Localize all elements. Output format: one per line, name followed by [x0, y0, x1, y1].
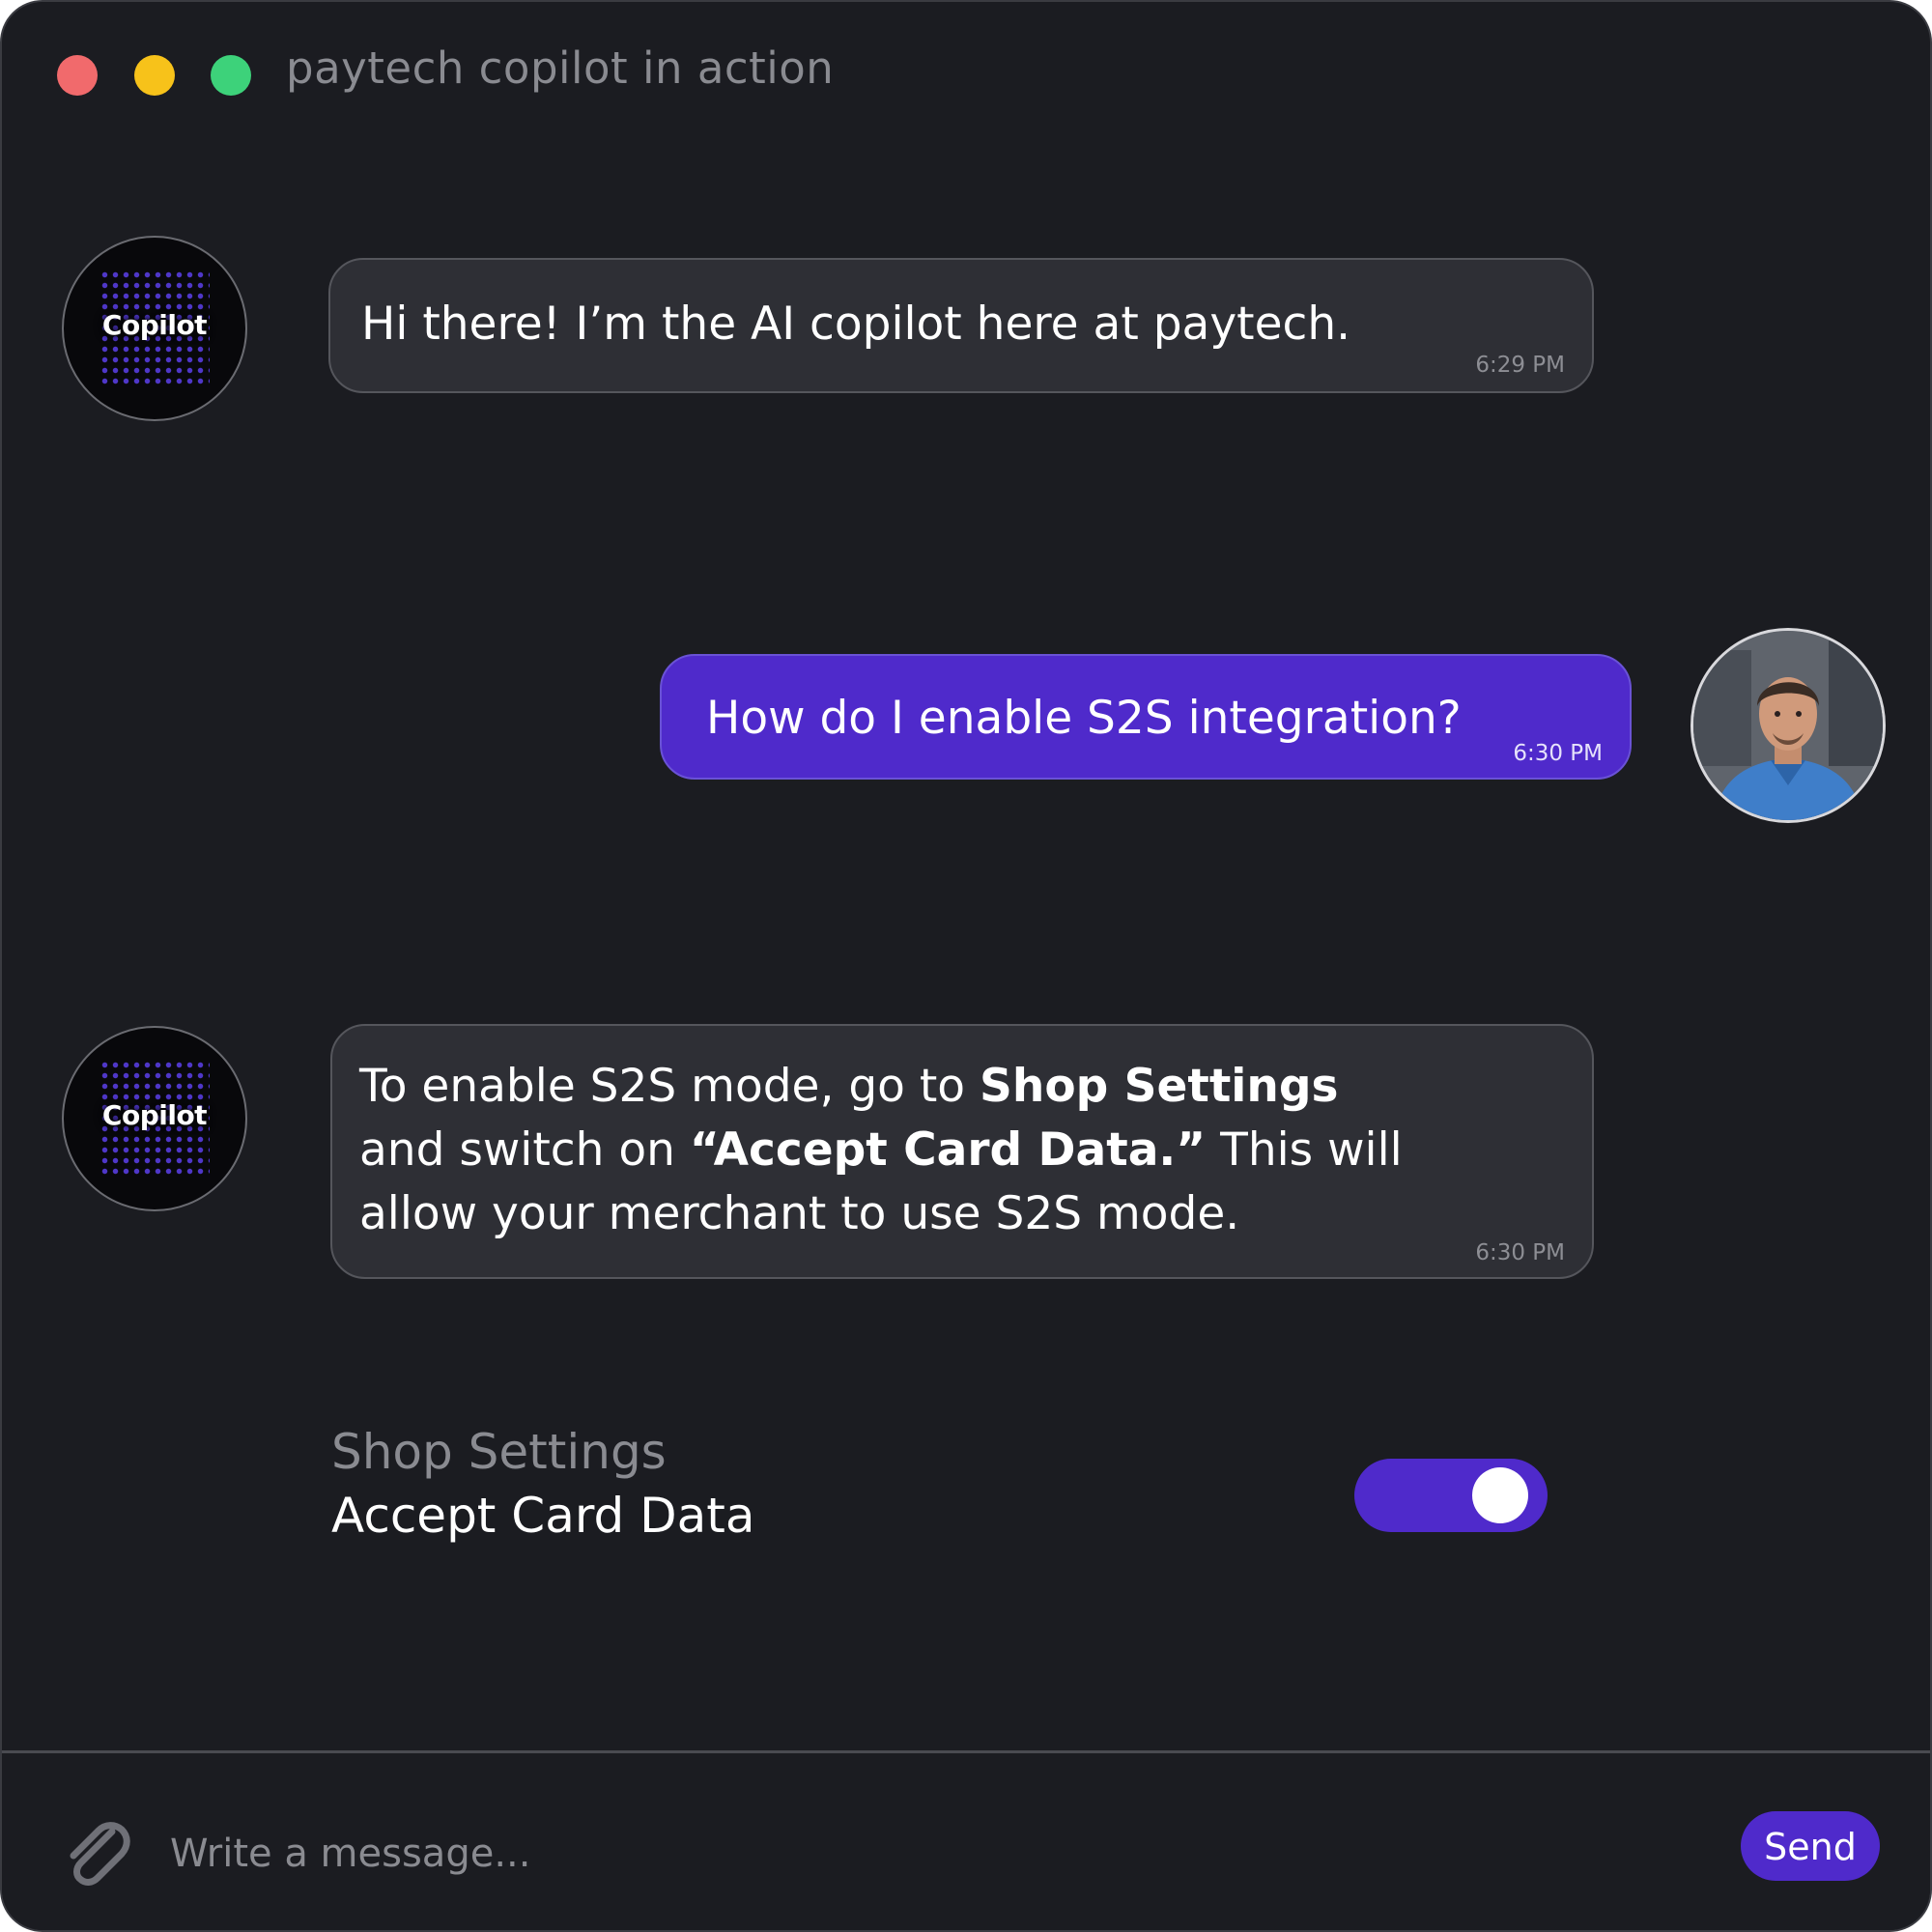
- user-avatar: [1690, 628, 1886, 823]
- copilot-avatar: Copilot: [62, 236, 247, 421]
- title-bar: paytech copilot in action: [2, 2, 1930, 147]
- message-input[interactable]: [168, 1819, 1138, 1889]
- user-message-bubble: How do I enable S2S integration? 6:30 PM: [660, 654, 1632, 780]
- copilot-logo-text: Copilot: [101, 309, 208, 341]
- message-text: Hi there! I’m the AI copilot here at pay…: [361, 298, 1351, 351]
- message-composer: Send: [2, 1750, 1930, 1930]
- window-title: paytech copilot in action: [286, 43, 835, 94]
- message-timestamp: 6:30 PM: [1475, 1240, 1565, 1265]
- user-photo-icon: [1693, 631, 1883, 820]
- send-button[interactable]: Send: [1741, 1811, 1880, 1881]
- minimize-window-button[interactable]: [134, 55, 175, 96]
- setting-section-title: Shop Settings: [331, 1424, 667, 1480]
- toggle-knob[interactable]: [1472, 1467, 1528, 1523]
- message-text-part: To enable S2S mode, go to: [359, 1060, 980, 1113]
- accept-card-data-toggle[interactable]: [1354, 1459, 1548, 1532]
- paperclip-icon[interactable]: [60, 1816, 133, 1889]
- accept-card-data-emphasis: “Accept Card Data.”: [689, 1123, 1207, 1177]
- close-window-button[interactable]: [57, 55, 98, 96]
- bot-message-bubble: To enable S2S mode, go to Shop Settings …: [330, 1024, 1594, 1279]
- message-text-part: and switch on: [359, 1123, 690, 1177]
- maximize-window-button[interactable]: [211, 55, 251, 96]
- message-timestamp: 6:29 PM: [1475, 353, 1565, 378]
- bot-message-bubble: Hi there! I’m the AI copilot here at pay…: [328, 258, 1594, 393]
- copilot-avatar: Copilot: [62, 1026, 247, 1211]
- shop-settings-emphasis: Shop Settings: [980, 1060, 1339, 1113]
- copilot-logo-text: Copilot: [101, 1099, 208, 1131]
- setting-label: Accept Card Data: [331, 1488, 755, 1544]
- message-text: To enable S2S mode, go to Shop Settings …: [359, 1055, 1403, 1246]
- message-timestamp: 6:30 PM: [1513, 741, 1603, 766]
- chat-window: paytech copilot in action Copilot Hi the…: [0, 0, 1932, 1932]
- message-text-part: This will: [1206, 1123, 1403, 1177]
- message-text-part: allow your merchant to use S2S mode.: [359, 1187, 1240, 1240]
- message-text: How do I enable S2S integration?: [706, 692, 1462, 745]
